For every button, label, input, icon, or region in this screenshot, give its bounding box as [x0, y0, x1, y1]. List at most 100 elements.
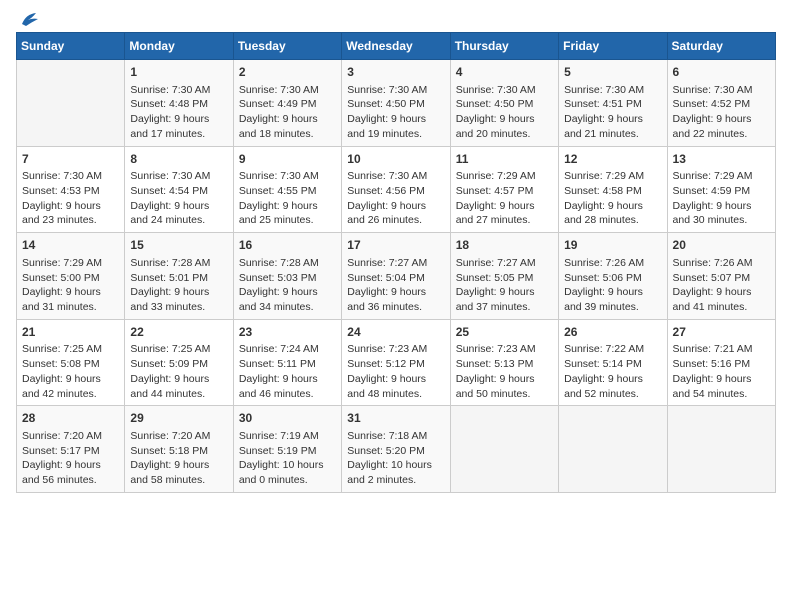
calendar-table: SundayMondayTuesdayWednesdayThursdayFrid… [16, 32, 776, 493]
day-info: Sunrise: 7:24 AMSunset: 5:11 PMDaylight:… [239, 342, 336, 401]
day-info: Sunrise: 7:30 AMSunset: 4:48 PMDaylight:… [130, 83, 227, 142]
day-cell: 24Sunrise: 7:23 AMSunset: 5:12 PMDayligh… [342, 319, 450, 406]
day-number: 18 [456, 237, 553, 254]
day-number: 20 [673, 237, 770, 254]
day-cell: 8Sunrise: 7:30 AMSunset: 4:54 PMDaylight… [125, 146, 233, 233]
day-number: 4 [456, 64, 553, 81]
day-info: Sunrise: 7:29 AMSunset: 4:58 PMDaylight:… [564, 169, 661, 228]
day-info: Sunrise: 7:27 AMSunset: 5:04 PMDaylight:… [347, 256, 444, 315]
day-number: 3 [347, 64, 444, 81]
day-info: Sunrise: 7:18 AMSunset: 5:20 PMDaylight:… [347, 429, 444, 488]
day-number: 31 [347, 410, 444, 427]
day-cell: 17 Sunrise: 7:27 AMSunset: 5:04 PMDayligh… [342, 233, 450, 320]
day-cell [559, 406, 667, 493]
week-row-5: 28Sunrise: 7:20 AMSunset: 5:17 PMDayligh… [17, 406, 776, 493]
day-cell: 11Sunrise: 7:29 AMSunset: 4:57 PMDayligh… [450, 146, 558, 233]
weekday-header-tuesday: Tuesday [233, 33, 341, 60]
day-cell: 28Sunrise: 7:20 AMSunset: 5:17 PMDayligh… [17, 406, 125, 493]
day-number: 28 [22, 410, 119, 427]
day-cell: 13Sunrise: 7:29 AMSunset: 4:59 PMDayligh… [667, 146, 775, 233]
day-number: 8 [130, 151, 227, 168]
day-info: Sunrise: 7:26 AMSunset: 5:07 PMDaylight:… [673, 256, 770, 315]
day-cell: 5 Sunrise: 7:30 AMSunset: 4:51 PMDaylight… [559, 60, 667, 147]
day-info: Sunrise: 7:29 AMSunset: 5:00 PMDaylight:… [22, 256, 119, 315]
week-row-3: 14 Sunrise: 7:29 AMSunset: 5:00 PMDayligh… [17, 233, 776, 320]
day-info: Sunrise: 7:20 AMSunset: 5:18 PMDaylight:… [130, 429, 227, 488]
day-number: 30 [239, 410, 336, 427]
day-cell: 9Sunrise: 7:30 AMSunset: 4:55 PMDaylight… [233, 146, 341, 233]
day-info: Sunrise: 7:29 AMSunset: 4:57 PMDaylight:… [456, 169, 553, 228]
day-number: 13 [673, 151, 770, 168]
day-info: Sunrise: 7:22 AMSunset: 5:14 PMDaylight:… [564, 342, 661, 401]
day-info: Sunrise: 7:26 AMSunset: 5:06 PMDaylight:… [564, 256, 661, 315]
day-info: Sunrise: 7:30 AMSunset: 4:55 PMDaylight:… [239, 169, 336, 228]
week-row-2: 7Sunrise: 7:30 AMSunset: 4:53 PMDaylight… [17, 146, 776, 233]
day-cell: 23Sunrise: 7:24 AMSunset: 5:11 PMDayligh… [233, 319, 341, 406]
day-info: Sunrise: 7:29 AMSunset: 4:59 PMDaylight:… [673, 169, 770, 228]
day-info: Sunrise: 7:23 AMSunset: 5:13 PMDaylight:… [456, 342, 553, 401]
day-cell: 22Sunrise: 7:25 AMSunset: 5:09 PMDayligh… [125, 319, 233, 406]
day-number: 7 [22, 151, 119, 168]
day-cell: 31 Sunrise: 7:18 AMSunset: 5:20 PMDayligh… [342, 406, 450, 493]
week-row-1: 1 Sunrise: 7:30 AMSunset: 4:48 PMDaylight… [17, 60, 776, 147]
day-info: Sunrise: 7:28 AMSunset: 5:01 PMDaylight:… [130, 256, 227, 315]
day-number: 17 [347, 237, 444, 254]
day-number: 16 [239, 237, 336, 254]
day-cell: 29 Sunrise: 7:20 AMSunset: 5:18 PMDayligh… [125, 406, 233, 493]
day-info: Sunrise: 7:30 AMSunset: 4:53 PMDaylight:… [22, 169, 119, 228]
day-cell: 25Sunrise: 7:23 AMSunset: 5:13 PMDayligh… [450, 319, 558, 406]
day-number: 21 [22, 324, 119, 341]
day-info: Sunrise: 7:25 AMSunset: 5:09 PMDaylight:… [130, 342, 227, 401]
day-cell: 12Sunrise: 7:29 AMSunset: 4:58 PMDayligh… [559, 146, 667, 233]
day-cell: 19 Sunrise: 7:26 AMSunset: 5:06 PMDayligh… [559, 233, 667, 320]
day-number: 9 [239, 151, 336, 168]
day-cell: 14 Sunrise: 7:29 AMSunset: 5:00 PMDayligh… [17, 233, 125, 320]
day-info: Sunrise: 7:30 AMSunset: 4:54 PMDaylight:… [130, 169, 227, 228]
day-number: 29 [130, 410, 227, 427]
weekday-header-thursday: Thursday [450, 33, 558, 60]
day-number: 1 [130, 64, 227, 81]
day-number: 22 [130, 324, 227, 341]
day-cell: 3 Sunrise: 7:30 AMSunset: 4:50 PMDaylight… [342, 60, 450, 147]
day-number: 14 [22, 237, 119, 254]
weekday-header-row: SundayMondayTuesdayWednesdayThursdayFrid… [17, 33, 776, 60]
day-cell: 27Sunrise: 7:21 AMSunset: 5:16 PMDayligh… [667, 319, 775, 406]
day-info: Sunrise: 7:30 AMSunset: 4:51 PMDaylight:… [564, 83, 661, 142]
day-cell [667, 406, 775, 493]
day-info: Sunrise: 7:23 AMSunset: 5:12 PMDaylight:… [347, 342, 444, 401]
day-cell: 6Sunrise: 7:30 AMSunset: 4:52 PMDaylight… [667, 60, 775, 147]
logo [16, 16, 40, 24]
day-number: 26 [564, 324, 661, 341]
day-info: Sunrise: 7:30 AMSunset: 4:50 PMDaylight:… [347, 83, 444, 142]
day-number: 19 [564, 237, 661, 254]
day-number: 15 [130, 237, 227, 254]
day-info: Sunrise: 7:19 AMSunset: 5:19 PMDaylight:… [239, 429, 336, 488]
day-number: 10 [347, 151, 444, 168]
day-cell [450, 406, 558, 493]
day-info: Sunrise: 7:30 AMSunset: 4:56 PMDaylight:… [347, 169, 444, 228]
day-cell [17, 60, 125, 147]
day-info: Sunrise: 7:27 AMSunset: 5:05 PMDaylight:… [456, 256, 553, 315]
day-cell: 21Sunrise: 7:25 AMSunset: 5:08 PMDayligh… [17, 319, 125, 406]
day-number: 11 [456, 151, 553, 168]
weekday-header-friday: Friday [559, 33, 667, 60]
day-number: 24 [347, 324, 444, 341]
day-cell: 7Sunrise: 7:30 AMSunset: 4:53 PMDaylight… [17, 146, 125, 233]
day-cell: 15 Sunrise: 7:28 AMSunset: 5:01 PMDayligh… [125, 233, 233, 320]
day-cell: 1 Sunrise: 7:30 AMSunset: 4:48 PMDaylight… [125, 60, 233, 147]
weekday-header-sunday: Sunday [17, 33, 125, 60]
day-cell: 16Sunrise: 7:28 AMSunset: 5:03 PMDayligh… [233, 233, 341, 320]
day-number: 12 [564, 151, 661, 168]
day-info: Sunrise: 7:21 AMSunset: 5:16 PMDaylight:… [673, 342, 770, 401]
weekday-header-saturday: Saturday [667, 33, 775, 60]
day-number: 5 [564, 64, 661, 81]
day-info: Sunrise: 7:25 AMSunset: 5:08 PMDaylight:… [22, 342, 119, 401]
day-number: 2 [239, 64, 336, 81]
day-info: Sunrise: 7:30 AMSunset: 4:50 PMDaylight:… [456, 83, 553, 142]
weekday-header-monday: Monday [125, 33, 233, 60]
day-number: 23 [239, 324, 336, 341]
day-cell: 18 Sunrise: 7:27 AMSunset: 5:05 PMDayligh… [450, 233, 558, 320]
day-number: 27 [673, 324, 770, 341]
day-number: 25 [456, 324, 553, 341]
page-header [16, 16, 776, 24]
